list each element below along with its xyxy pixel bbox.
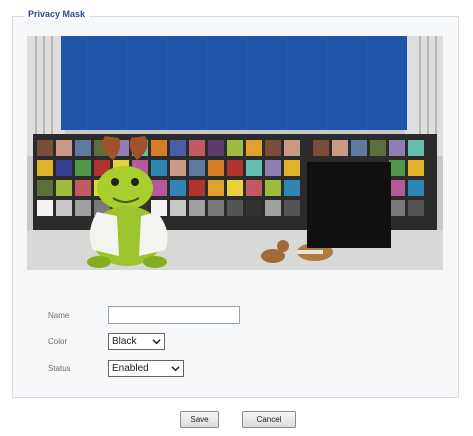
status-label: Status	[48, 364, 71, 373]
camera-preview[interactable]	[27, 36, 443, 270]
cancel-button[interactable]: Cancel	[242, 411, 296, 428]
color-select[interactable]: Black	[108, 333, 165, 350]
status-select[interactable]: Enabled	[108, 360, 184, 377]
privacy-mask-region	[307, 162, 391, 248]
save-button[interactable]: Save	[180, 411, 219, 428]
camera-frame	[27, 36, 443, 270]
status-select-value: Enabled	[112, 363, 149, 374]
chevron-down-icon	[171, 366, 180, 372]
color-label: Color	[48, 337, 68, 346]
chevron-down-icon	[152, 339, 161, 345]
panel-title: Privacy Mask	[24, 9, 90, 19]
name-label: Name	[48, 311, 70, 320]
name-input[interactable]	[108, 306, 240, 324]
color-select-value: Black	[112, 336, 137, 347]
